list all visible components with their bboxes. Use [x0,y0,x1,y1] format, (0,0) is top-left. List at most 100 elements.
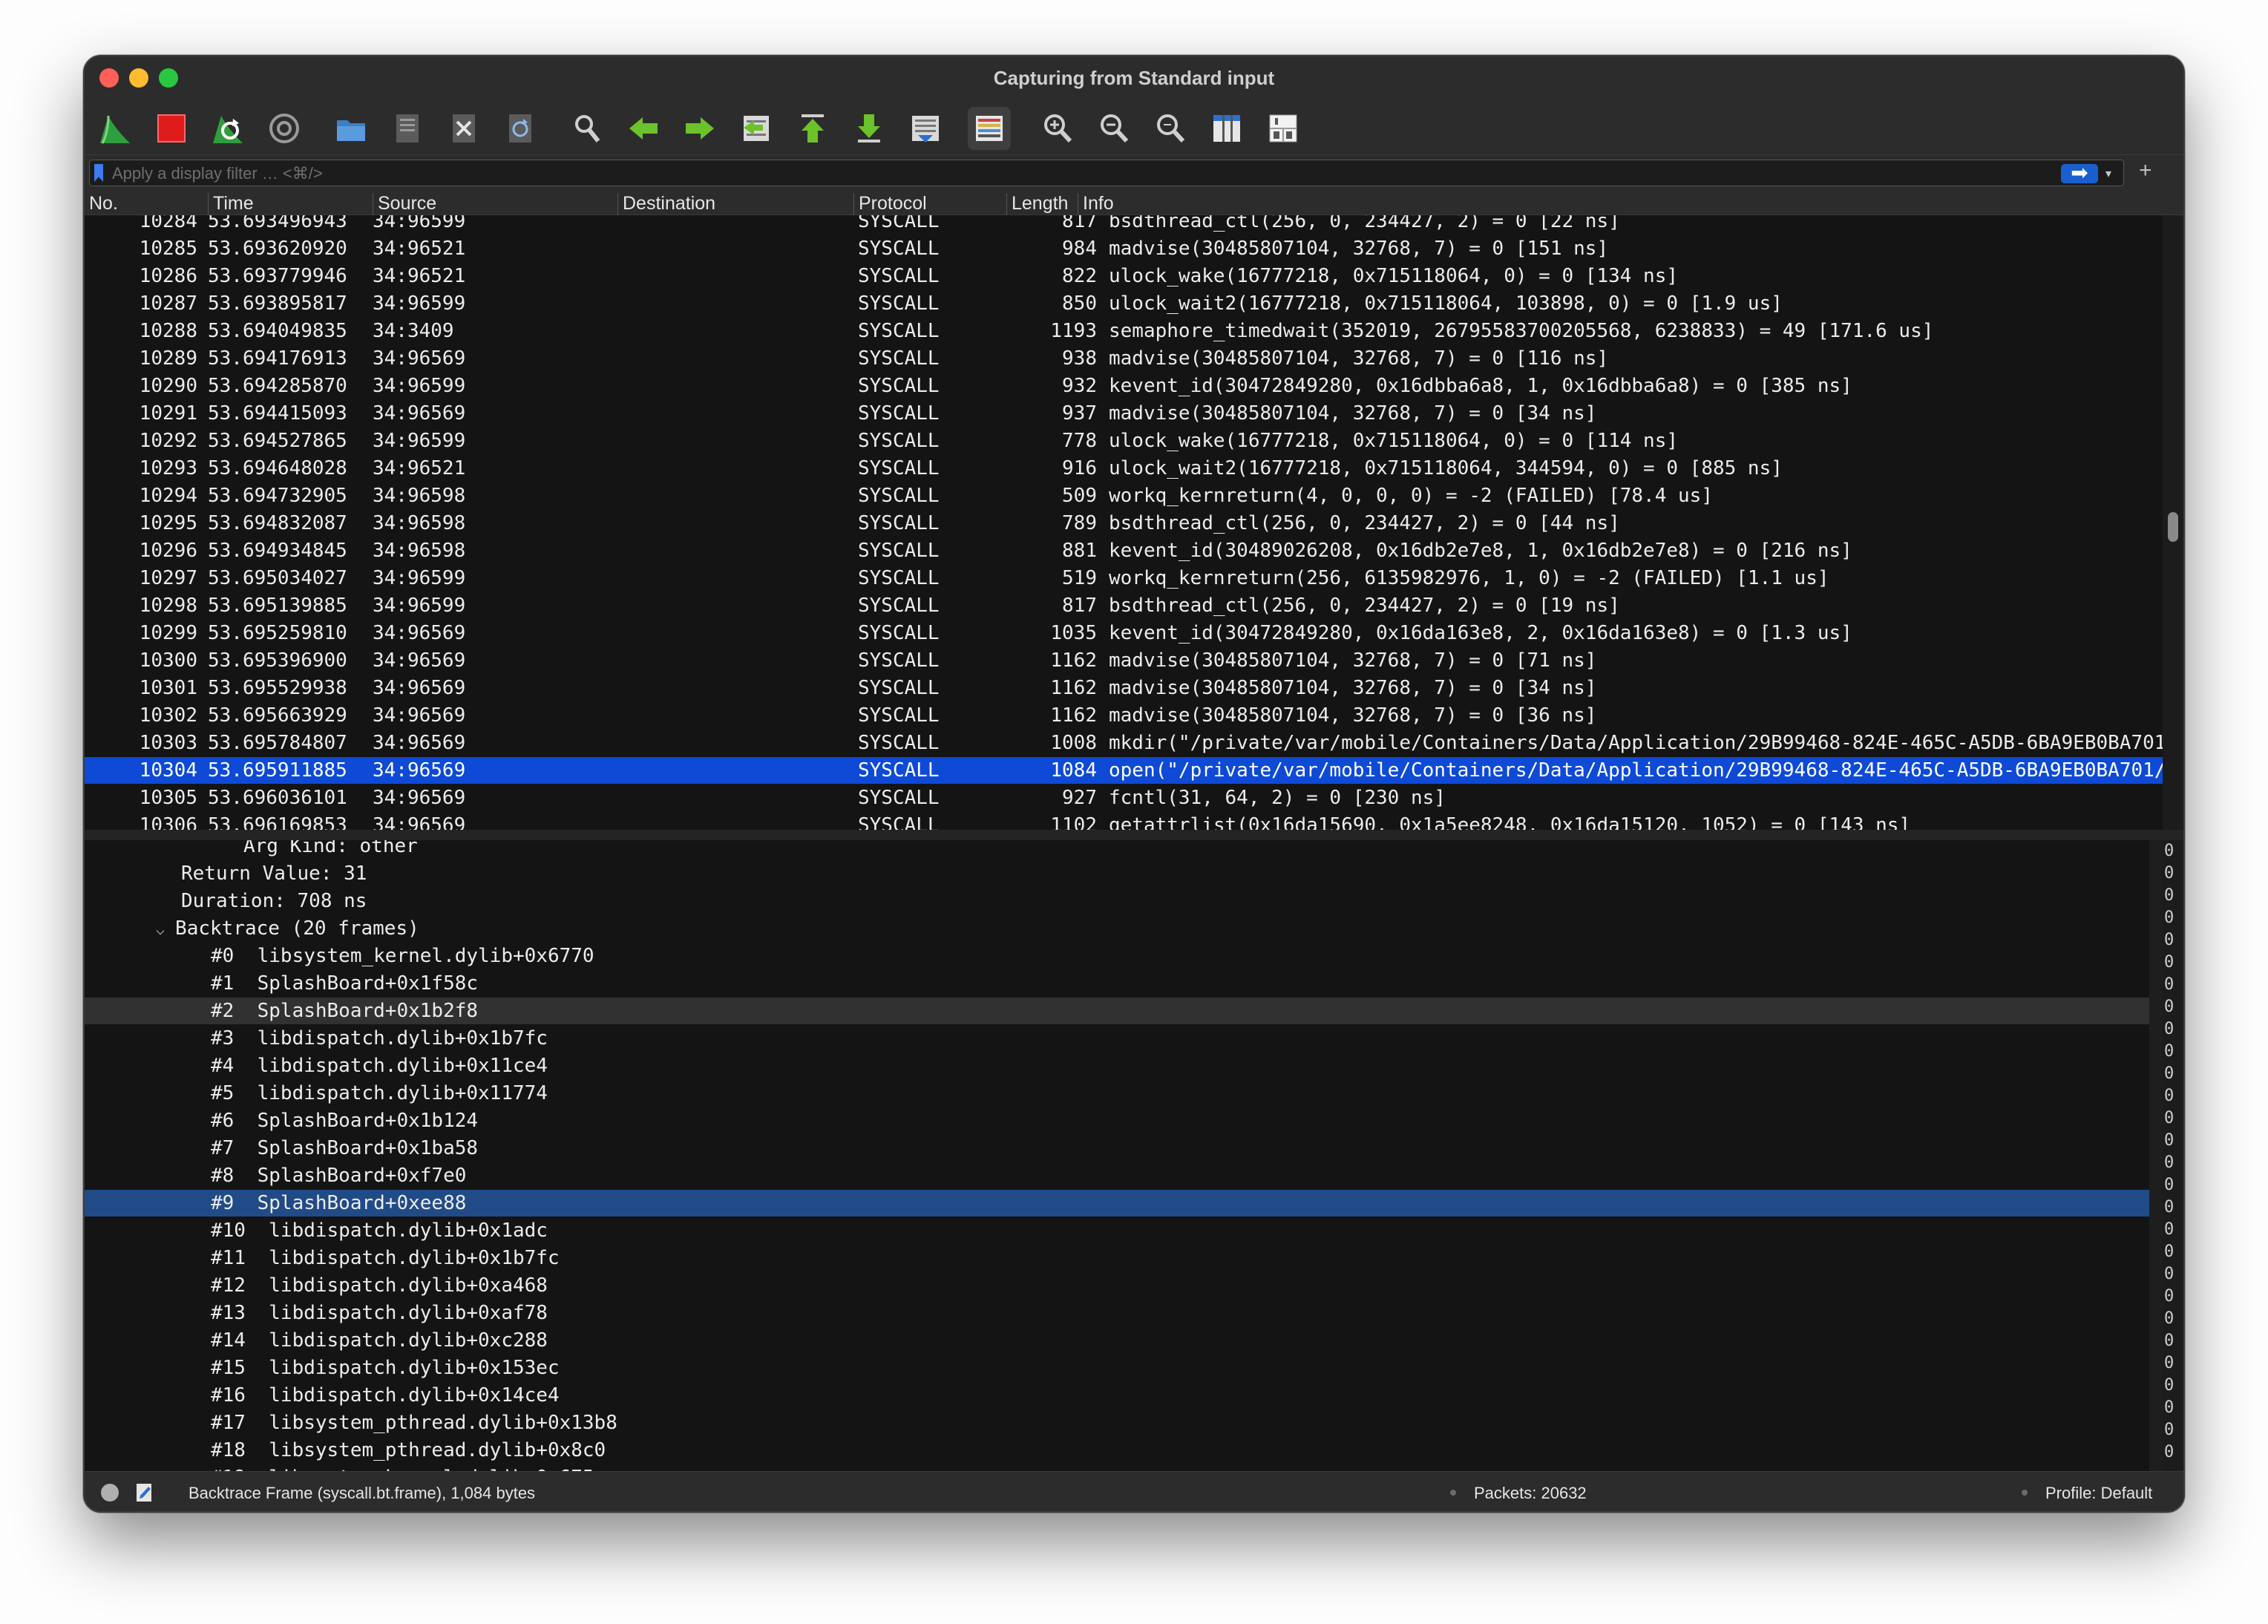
packet-row[interactable]: 10288 53.694049835 34:3409 SYSCALL 1193 semap… [85,318,2163,344]
filter-bookmark-icon[interactable] [94,164,103,182]
autoscroll-button[interactable] [904,107,947,150]
packet-length-cell: 817 [1062,215,1097,232]
stop-capture-button[interactable] [150,107,193,150]
go-first-button[interactable] [791,107,834,150]
packet-row[interactable]: 10304 53.695911885 34:96569 SYSCALL 1084 open… [85,757,2163,784]
packet-row[interactable]: 10292 53.694527865 34:96599 SYSCALL 778 ulock… [85,428,2163,454]
detail-tree-item[interactable]: #15 libdispatch.dylib+0x153ec [85,1355,2149,1381]
detail-tree-item[interactable]: #16 libdispatch.dylib+0x14ce4 [85,1382,2149,1409]
detail-tree-item[interactable]: #7 SplashBoard+0x1ba58 [85,1135,2149,1162]
detail-tree-item[interactable]: #2 SplashBoard+0x1b2f8 [85,998,2149,1024]
detail-tree-item[interactable]: #5 libdispatch.dylib+0x11774 [85,1080,2149,1107]
column-header-length[interactable]: Length [1006,193,1078,215]
detail-tree-item[interactable]: #0 libsystem_kernel.dylib+0x6770 [85,943,2149,969]
close-file-button[interactable] [442,107,485,150]
detail-tree-item[interactable]: #17 libsystem_pthread.dylib+0x13b8 [85,1409,2149,1436]
detail-tree-item[interactable]: #18 libsystem_pthread.dylib+0x8c0 [85,1437,2149,1464]
detail-tree-item[interactable]: #12 libdispatch.dylib+0xa468 [85,1272,2149,1299]
packet-row[interactable]: 10294 53.694732905 34:96598 SYSCALL 509 workq… [85,482,2163,509]
detail-tree-item[interactable]: #1 SplashBoard+0x1f58c [85,970,2149,997]
status-profile[interactable]: Profile: Default [2045,1484,2152,1503]
packet-row[interactable]: 10298 53.695139885 34:96599 SYSCALL 817 bsdth… [85,592,2163,619]
packet-source-cell: 34:96599 [373,215,466,232]
detail-tree-item[interactable]: ⌵ Backtrace (20 frames) [85,915,2149,942]
packet-row[interactable]: 10303 53.695784807 34:96569 SYSCALL 1008 mkdi… [85,730,2163,756]
detail-tree-item[interactable]: Duration: 708 ns [85,888,2149,914]
add-filter-button[interactable]: + [2139,160,2152,182]
packet-row[interactable]: 10302 53.695663929 34:96569 SYSCALL 1162 madv… [85,702,2163,729]
capture-options-button[interactable] [263,107,306,150]
packet-row[interactable]: 10285 53.693620920 34:96521 SYSCALL 984 madvi… [85,235,2163,262]
packet-info-cell: madvise(30485807104, 32768, 7) = 0 [34 n… [1109,402,1597,425]
packet-protocol-cell: SYSCALL [858,265,940,287]
packet-row[interactable]: 10291 53.694415093 34:96569 SYSCALL 937 madvi… [85,400,2163,427]
packet-length-cell: 850 [1062,292,1097,315]
detail-tree-item[interactable]: #14 libdispatch.dylib+0xc288 [85,1327,2149,1354]
packet-row[interactable]: 10289 53.694176913 34:96569 SYSCALL 938 madvi… [85,345,2163,372]
packet-row[interactable]: 10301 53.695529938 34:96569 SYSCALL 1162 madv… [85,675,2163,701]
pane-splitter[interactable] [85,830,2183,840]
go-to-packet-button[interactable] [735,107,778,150]
filter-history-dropdown-icon[interactable]: ▾ [2105,166,2111,181]
column-header-no[interactable]: No. [85,193,208,215]
go-back-button[interactable] [622,107,665,150]
packet-row[interactable]: 10305 53.696036101 34:96569 SYSCALL 927 fcntl… [85,785,2163,811]
packet-no-cell: 10290 [139,375,197,397]
detail-tree-label: Backtrace (20 frames) [175,917,419,940]
packet-protocol-cell: SYSCALL [858,595,940,617]
go-forward-button[interactable] [678,107,721,150]
detail-tree-item[interactable]: Arg Kind: other [85,840,2149,860]
zoom-out-button[interactable] [1092,107,1135,150]
save-file-button[interactable] [386,107,429,150]
packet-row[interactable]: 10284 53.693496943 34:96599 SYSCALL 817 bsdth… [85,215,2163,235]
column-header-destination[interactable]: Destination [617,193,862,215]
comment-edit-icon[interactable] [135,1482,154,1507]
display-filter-input[interactable] [112,163,2042,184]
find-packet-button[interactable] [566,107,609,150]
normal-size-button[interactable] [1149,107,1192,150]
packet-row[interactable]: 10296 53.694934845 34:96598 SYSCALL 881 keven… [85,537,2163,564]
restart-capture-button[interactable] [206,107,249,150]
expert-info-icon[interactable] [101,1484,119,1502]
detail-tree-item[interactable]: #11 libdispatch.dylib+0x1b7fc [85,1245,2149,1271]
open-file-button[interactable] [330,107,373,150]
packet-length-cell: 1084 [1050,759,1097,782]
packet-row[interactable]: 10306 53.696169853 34:96569 SYSCALL 1102 geta… [85,812,2163,830]
layout-button[interactable] [1262,107,1305,150]
reload-file-button[interactable] [499,107,542,150]
packet-row[interactable]: 10295 53.694832087 34:96598 SYSCALL 789 bsdth… [85,510,2163,537]
packet-row[interactable]: 10297 53.695034027 34:96599 SYSCALL 519 workq… [85,565,2163,592]
column-header-time[interactable]: Time [208,193,373,215]
detail-tree-item[interactable]: #8 SplashBoard+0xf7e0 [85,1162,2149,1189]
detail-tree-item[interactable]: #6 SplashBoard+0x1b124 [85,1107,2149,1134]
packet-list-scrollbar[interactable] [2163,215,2183,830]
packet-list-scroll-thumb[interactable] [2168,512,2178,542]
packet-row[interactable]: 10299 53.695259810 34:96569 SYSCALL 1035 keve… [85,620,2163,646]
packet-time-cell: 53.694049835 [208,320,347,342]
resize-columns-button[interactable] [1205,107,1248,150]
detail-tree-item[interactable]: #13 libdispatch.dylib+0xaf78 [85,1300,2149,1326]
colorize-button[interactable] [968,107,1011,150]
detail-tree-item[interactable]: #10 libdispatch.dylib+0x1adc [85,1217,2149,1244]
start-capture-button[interactable] [94,107,137,150]
detail-tree-item[interactable]: #3 libdispatch.dylib+0x1b7fc [85,1025,2149,1052]
packet-row[interactable]: 10300 53.695396900 34:96569 SYSCALL 1162 madv… [85,647,2163,674]
packet-row[interactable]: 10287 53.693895817 34:96599 SYSCALL 850 ulock… [85,290,2163,317]
zoom-in-button[interactable] [1036,107,1079,150]
column-header-protocol[interactable]: Protocol [853,193,1006,215]
detail-tree-item[interactable]: #9 SplashBoard+0xee88 [85,1190,2149,1217]
packet-row[interactable]: 10286 53.693779946 34:96521 SYSCALL 822 ulock… [85,263,2163,289]
go-last-button[interactable] [848,107,891,150]
column-header-source[interactable]: Source [373,193,617,215]
status-packet-count: Packets: 20632 [1474,1484,1587,1502]
zoom-out-icon [1101,114,1129,143]
packet-list-header: No. Time Source Destination Protocol Len… [85,191,2183,215]
detail-tree-item[interactable]: #19 libsystem_kernel.dylib+0x675c [85,1464,2149,1471]
apply-filter-button[interactable]: ➡ [2061,163,2098,183]
detail-tree-item[interactable]: #4 libdispatch.dylib+0x11ce4 [85,1052,2149,1079]
expand-collapse-icon[interactable]: ⌵ [156,916,165,943]
packet-row[interactable]: 10290 53.694285870 34:96599 SYSCALL 932 keven… [85,373,2163,399]
detail-tree-item[interactable]: Return Value: 31 [85,860,2149,887]
column-header-info[interactable]: Info [1078,193,2161,215]
packet-row[interactable]: 10293 53.694648028 34:96521 SYSCALL 916 ulock… [85,455,2163,482]
